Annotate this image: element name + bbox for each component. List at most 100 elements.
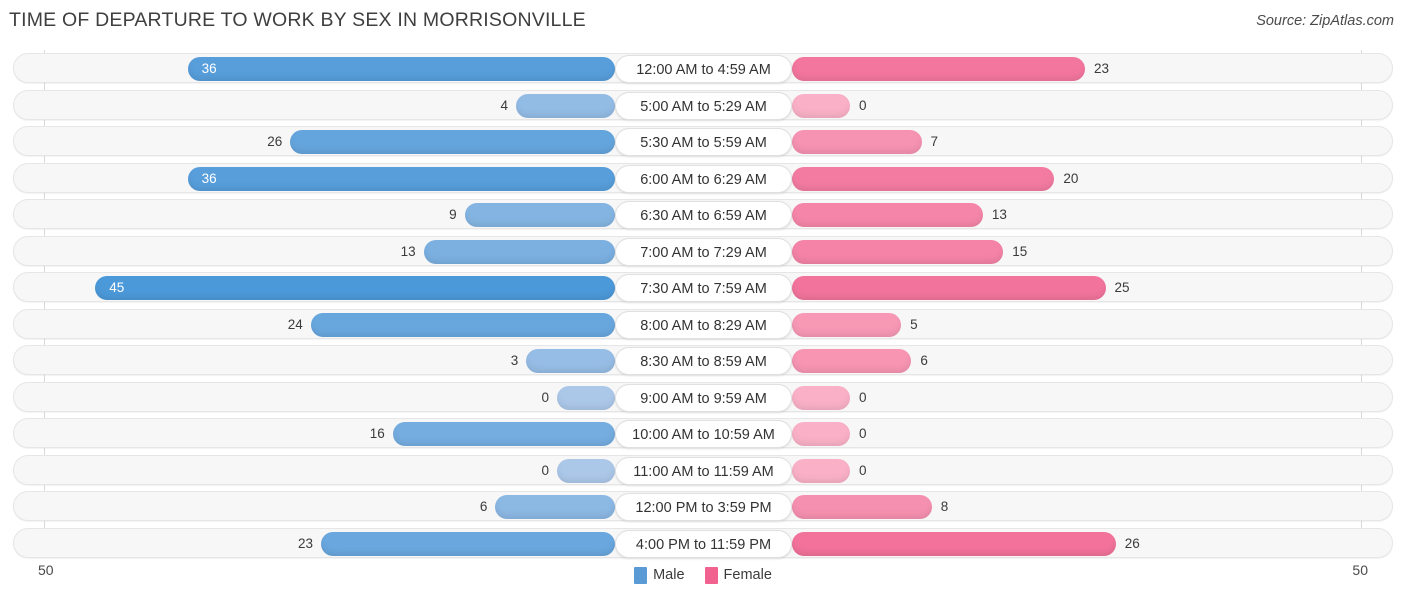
- bar-male[interactable]: [464, 203, 615, 227]
- bar-male[interactable]: [95, 276, 615, 300]
- chart-row-inner: 6 8 12:00 PM to 3:59 PM: [0, 492, 1378, 521]
- chart-row[interactable]: 36 23 12:00 AM to 4:59 AM: [13, 53, 1393, 83]
- chart-row-inner: 23 26 4:00 PM to 11:59 PM: [0, 529, 1378, 558]
- category-label: 5:00 AM to 5:29 AM: [615, 91, 792, 120]
- bar-female[interactable]: [792, 495, 932, 519]
- bar-female[interactable]: [792, 458, 850, 483]
- chart-root: TIME OF DEPARTURE TO WORK BY SEX IN MORR…: [0, 0, 1406, 594]
- bar-male[interactable]: [557, 458, 615, 483]
- category-label: 7:30 AM to 7:59 AM: [615, 274, 792, 302]
- bar-female[interactable]: [792, 130, 922, 154]
- chart-row-inner: 9 13 6:30 AM to 6:59 AM: [0, 200, 1378, 229]
- bar-value-male: 36: [201, 170, 217, 186]
- legend-swatch-male-icon: [634, 566, 648, 584]
- bar-value-female: 15: [1012, 243, 1028, 259]
- bar-female[interactable]: [792, 312, 902, 337]
- chart-row-inner: 4 0 5:00 AM to 5:29 AM: [0, 91, 1378, 120]
- legend-label-male: Male: [653, 567, 685, 583]
- chart-row[interactable]: 26 7 5:30 AM to 5:59 AM: [13, 126, 1393, 156]
- bar-value-female: 0: [859, 462, 867, 478]
- chart-row[interactable]: 24 5 8:00 AM to 8:29 AM: [13, 308, 1393, 339]
- category-label: 10:00 AM to 10:59 AM: [615, 420, 792, 448]
- chart-row[interactable]: 4 0 5:00 AM to 5:29 AM: [13, 89, 1393, 120]
- bar-female[interactable]: [792, 166, 1055, 191]
- bar-value-male: 13: [400, 243, 416, 259]
- chart-footer: 50 50 Male Female: [0, 556, 1406, 594]
- bar-female[interactable]: [792, 349, 912, 373]
- bar-male[interactable]: [495, 495, 615, 519]
- chart-row-inner: 26 7 5:30 AM to 5:59 AM: [0, 127, 1378, 156]
- bar-female[interactable]: [792, 239, 1004, 264]
- source-attribution: Source: ZipAtlas.com: [1256, 13, 1394, 29]
- chart-row[interactable]: 0 0 9:00 AM to 9:59 AM: [13, 381, 1393, 412]
- bar-male[interactable]: [187, 166, 615, 191]
- category-label: 7:00 AM to 7:29 AM: [615, 237, 792, 266]
- chart-row[interactable]: 9 13 6:30 AM to 6:59 AM: [13, 199, 1393, 229]
- bar-female[interactable]: [792, 276, 1106, 300]
- legend-label-female: Female: [723, 567, 772, 583]
- category-label: 5:30 AM to 5:59 AM: [615, 128, 792, 156]
- chart-plot-area: 36 23 12:00 AM to 4:59 AM 4 0 5:00 AM to 5:29…: [0, 50, 1406, 558]
- legend-item-female[interactable]: Female: [704, 566, 772, 584]
- bar-value-male: 4: [500, 97, 508, 113]
- bar-male[interactable]: [310, 312, 615, 337]
- bar-value-female: 23: [1094, 61, 1110, 76]
- bar-male[interactable]: [290, 130, 615, 154]
- bar-male[interactable]: [557, 385, 615, 410]
- category-label: 4:00 PM to 11:59 PM: [615, 529, 792, 558]
- chart-legend: Male Female: [0, 556, 1406, 594]
- chart-header: TIME OF DEPARTURE TO WORK BY SEX IN MORR…: [0, 0, 1406, 42]
- chart-row[interactable]: 6 8 12:00 PM to 3:59 PM: [13, 491, 1393, 521]
- bar-female[interactable]: [792, 57, 1086, 81]
- bar-male[interactable]: [187, 57, 615, 81]
- chart-row-inner: 0 0 11:00 AM to 11:59 AM: [0, 456, 1378, 485]
- bar-value-female: 0: [859, 426, 867, 441]
- category-label: 6:00 AM to 6:29 AM: [615, 164, 792, 193]
- bar-value-male: 9: [449, 207, 457, 222]
- bar-value-female: 26: [1124, 535, 1140, 551]
- chart-row-inner: 0 0 9:00 AM to 9:59 AM: [0, 383, 1378, 412]
- bar-value-female: 8: [940, 499, 949, 514]
- bar-male[interactable]: [515, 93, 615, 118]
- bar-male[interactable]: [321, 531, 615, 556]
- bar-value-male: 45: [109, 280, 125, 295]
- bar-value-male: 3: [510, 353, 519, 368]
- chart-row[interactable]: 36 20 6:00 AM to 6:29 AM: [13, 162, 1393, 193]
- category-label: 6:30 AM to 6:59 AM: [615, 201, 792, 229]
- chart-row[interactable]: 23 26 4:00 PM to 11:59 PM: [13, 527, 1393, 558]
- bar-female[interactable]: [792, 531, 1116, 556]
- bar-male[interactable]: [526, 349, 615, 373]
- bar-value-female: 5: [910, 316, 918, 332]
- bar-value-male: 26: [267, 134, 283, 149]
- chart-row-inner: 16 0 10:00 AM to 10:59 AM: [0, 419, 1378, 448]
- chart-row-inner: 36 23 12:00 AM to 4:59 AM: [0, 54, 1378, 83]
- bar-female[interactable]: [792, 422, 850, 446]
- bar-value-male: 6: [479, 499, 488, 514]
- legend-item-male[interactable]: Male: [634, 566, 685, 584]
- chart-row[interactable]: 3 6 8:30 AM to 8:59 AM: [13, 345, 1393, 375]
- bar-value-male: 0: [541, 389, 549, 405]
- bar-value-male: 16: [369, 426, 385, 441]
- bar-value-female: 25: [1114, 280, 1130, 295]
- bar-value-female: 7: [930, 134, 939, 149]
- legend-swatch-female-icon: [704, 566, 718, 584]
- chart-row[interactable]: 13 15 7:00 AM to 7:29 AM: [13, 235, 1393, 266]
- bar-value-male: 24: [287, 316, 303, 332]
- chart-row-inner: 45 25 7:30 AM to 7:59 AM: [0, 273, 1378, 302]
- chart-row[interactable]: 0 0 11:00 AM to 11:59 AM: [13, 454, 1393, 485]
- bar-female[interactable]: [792, 203, 983, 227]
- bar-female[interactable]: [792, 93, 850, 118]
- bar-value-male: 36: [201, 61, 217, 76]
- page-title: TIME OF DEPARTURE TO WORK BY SEX IN MORR…: [9, 9, 586, 31]
- chart-row-inner: 3 6 8:30 AM to 8:59 AM: [0, 346, 1378, 375]
- bar-male[interactable]: [392, 422, 615, 446]
- chart-row[interactable]: 45 25 7:30 AM to 7:59 AM: [13, 272, 1393, 302]
- bar-male[interactable]: [423, 239, 615, 264]
- category-label: 8:30 AM to 8:59 AM: [615, 347, 792, 375]
- bar-female[interactable]: [792, 385, 850, 410]
- chart-row-inner: 36 20 6:00 AM to 6:29 AM: [0, 164, 1378, 193]
- chart-row[interactable]: 16 0 10:00 AM to 10:59 AM: [13, 418, 1393, 448]
- bar-value-female: 20: [1063, 170, 1079, 186]
- bar-value-female: 13: [991, 207, 1007, 222]
- category-label: 12:00 AM to 4:59 AM: [615, 55, 792, 83]
